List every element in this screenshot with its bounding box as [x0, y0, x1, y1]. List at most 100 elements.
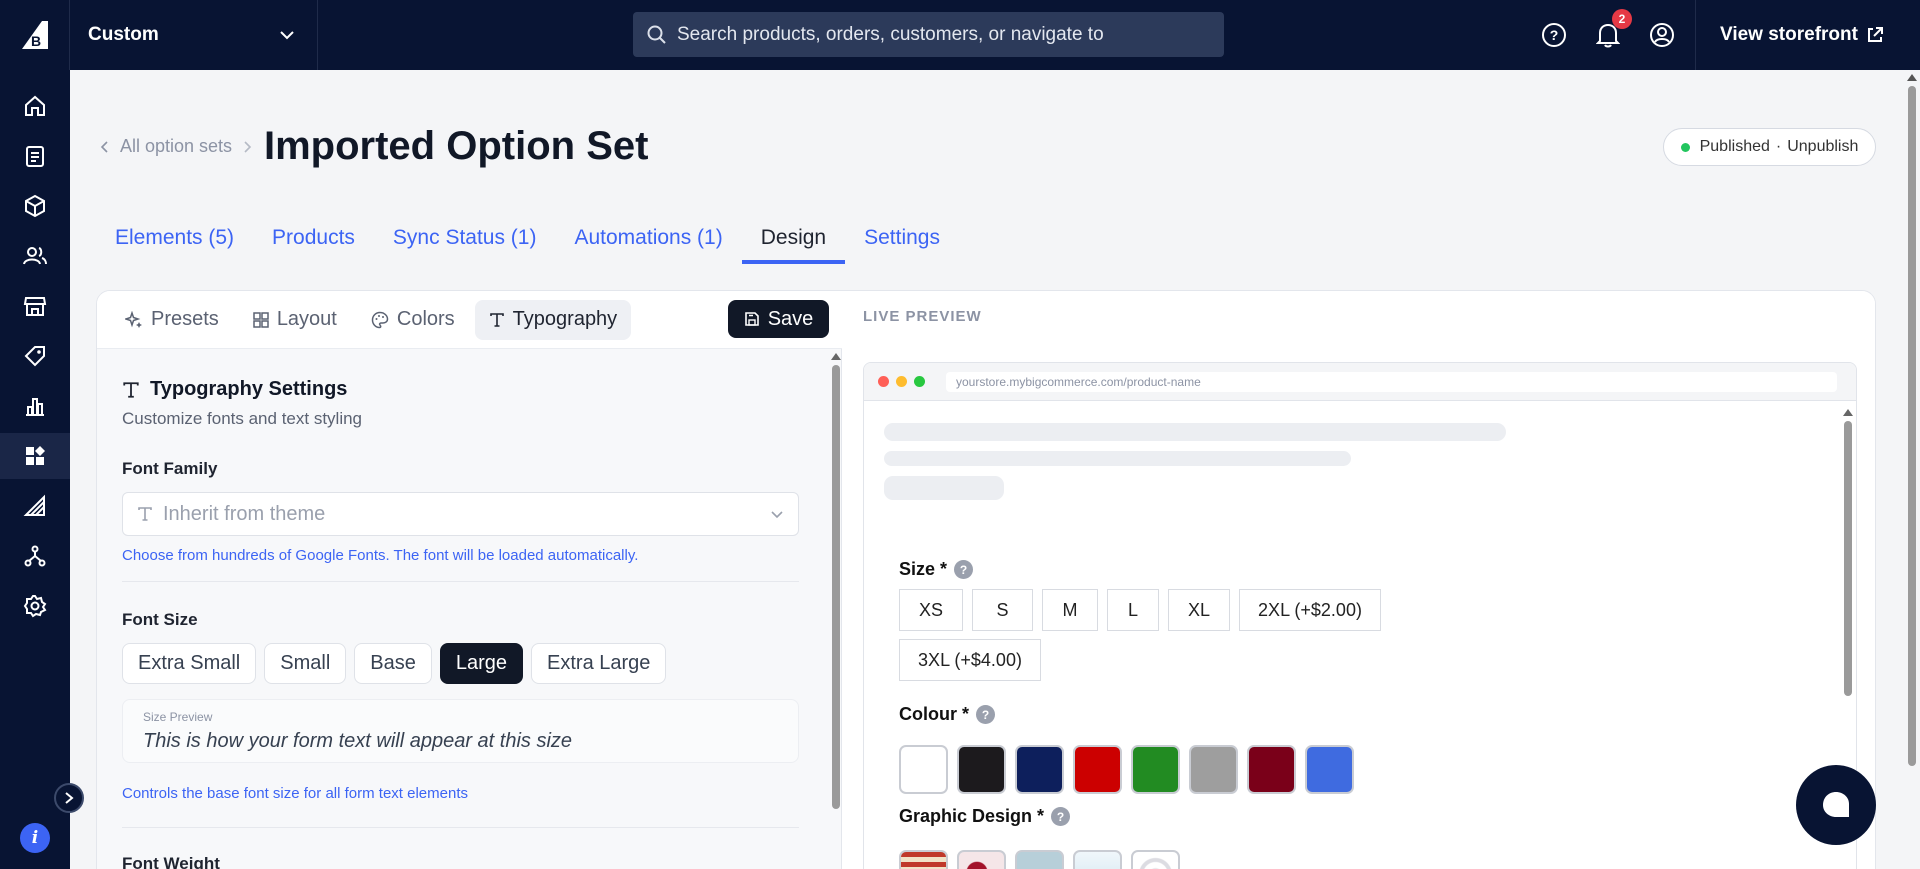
font-family-placeholder: Inherit from theme [163, 502, 326, 525]
help-circle-icon[interactable]: ? [976, 705, 996, 724]
font-size-large[interactable]: Large [439, 643, 524, 684]
sidebar-products-icon[interactable] [0, 183, 70, 229]
tab-design[interactable]: Design [741, 222, 846, 264]
save-button[interactable]: Save [728, 300, 829, 338]
swatch-black[interactable] [957, 745, 1006, 794]
font-size-extra-small[interactable]: Extra Small [122, 643, 257, 684]
swatch-grey[interactable] [1189, 745, 1238, 794]
subtab-colors[interactable]: Colors [357, 300, 469, 340]
swatch-green[interactable] [1131, 745, 1180, 794]
type-icon [123, 381, 139, 398]
info-icon[interactable]: i [20, 823, 50, 853]
sidebar-customers-icon[interactable] [0, 233, 70, 279]
scroll-up-arrow-icon[interactable] [1907, 74, 1917, 81]
help-circle-icon[interactable]: ? [954, 560, 974, 579]
size-l[interactable]: L [1107, 589, 1159, 631]
font-size-hint: Controls the base font size for all form… [122, 785, 468, 802]
size-3xl[interactable]: 3XL (+$4.00) [899, 639, 1041, 681]
swatch-blue[interactable] [1305, 745, 1354, 794]
graphic-mandala-thumbnail[interactable] [1131, 850, 1180, 869]
tab-products[interactable]: Products [253, 222, 374, 264]
chevron-left-icon [100, 140, 108, 153]
size-options-row-1: XS S M L XL 2XL (+$2.00) [899, 589, 1381, 631]
graphic-cherries-thumbnail[interactable] [957, 850, 1006, 869]
graphic-sky-thumbnail[interactable] [1073, 850, 1122, 869]
skeleton-line [884, 451, 1351, 466]
window-maximize-dot-icon [914, 376, 925, 387]
graphic-label-text: Graphic Design [899, 806, 1033, 826]
chevron-down-icon [771, 510, 783, 518]
size-options-row-2: 3XL (+$4.00) [899, 639, 1041, 681]
bigcommerce-logo[interactable]: B [0, 0, 70, 70]
size-preview-text: This is how your form text will appear a… [143, 730, 573, 752]
swatch-white[interactable] [899, 745, 948, 794]
top-icons: ? 2 [1540, 0, 1676, 70]
unpublish-link[interactable]: Unpublish [1787, 138, 1858, 156]
subtab-typography[interactable]: Typography [474, 299, 632, 340]
size-xl[interactable]: XL [1168, 589, 1230, 631]
search-placeholder: Search products, orders, customers, or n… [677, 23, 1104, 45]
page-scrollbar[interactable] [1906, 72, 1918, 869]
subtab-presets[interactable]: Presets [111, 300, 233, 340]
status-published: Published [1699, 138, 1770, 155]
subtab-presets-label: Presets [151, 308, 219, 330]
tab-settings[interactable]: Settings [845, 222, 959, 264]
swatch-maroon[interactable] [1247, 745, 1296, 794]
tab-elements[interactable]: Elements (5) [96, 222, 253, 264]
help-circle-icon[interactable]: ? [1051, 807, 1071, 826]
size-s[interactable]: S [972, 589, 1033, 631]
font-size-extra-large[interactable]: Extra Large [531, 643, 667, 684]
skeleton-line [884, 476, 1004, 500]
size-m[interactable]: M [1042, 589, 1098, 631]
sidebar-apps-icon[interactable] [0, 433, 70, 479]
account-icon[interactable] [1648, 21, 1676, 49]
notification-badge: 2 [1612, 9, 1632, 29]
search-input[interactable]: Search products, orders, customers, or n… [633, 12, 1224, 57]
subtab-colors-label: Colors [396, 308, 455, 330]
view-storefront-link[interactable]: View storefront [1695, 0, 1884, 70]
type-icon [489, 312, 504, 327]
sidebar-home-icon[interactable] [0, 83, 70, 129]
layout-grid-icon [253, 311, 269, 328]
swatch-red[interactable] [1073, 745, 1122, 794]
section-divider [122, 827, 799, 828]
colour-label-text: Colour [899, 704, 957, 724]
sidebar-channels-icon[interactable] [0, 483, 70, 529]
graphic-landscape-thumbnail[interactable] [1015, 850, 1064, 869]
scroll-up-arrow-icon[interactable] [831, 353, 841, 360]
notifications-bell-icon[interactable]: 2 [1594, 9, 1632, 49]
scrollbar-thumb[interactable] [1908, 86, 1916, 766]
font-family-label: Font Family [122, 459, 218, 478]
size-2xl[interactable]: 2XL (+$2.00) [1239, 589, 1381, 631]
chat-button[interactable] [1796, 765, 1876, 845]
size-xs[interactable]: XS [899, 589, 963, 631]
required-asterisk: * [940, 559, 948, 579]
store-selector[interactable]: Custom [70, 0, 318, 70]
scrollbar-thumb[interactable] [1844, 421, 1852, 696]
section-title-text: Typography Settings [150, 378, 348, 400]
subtab-layout[interactable]: Layout [239, 300, 351, 340]
sidebar-integrations-icon[interactable] [0, 533, 70, 579]
breadcrumb-all-option-sets[interactable]: All option sets [120, 136, 232, 157]
swatch-navy[interactable] [1015, 745, 1064, 794]
tab-sync-status[interactable]: Sync Status (1) [374, 222, 556, 264]
sidebar-settings-icon[interactable] [0, 583, 70, 629]
font-size-base[interactable]: Base [354, 643, 432, 684]
scrollbar-thumb[interactable] [832, 365, 840, 809]
external-link-icon [1867, 27, 1883, 42]
graphic-flag-thumbnail[interactable] [899, 850, 948, 869]
sidebar-marketing-icon[interactable] [0, 333, 70, 379]
settings-scrollbar[interactable] [830, 351, 842, 869]
help-icon[interactable]: ? [1540, 21, 1568, 49]
sidebar-analytics-icon[interactable] [0, 383, 70, 429]
font-family-select[interactable]: Inherit from theme [122, 492, 799, 536]
expand-sidebar-button[interactable] [54, 783, 84, 813]
scroll-up-arrow-icon[interactable] [1843, 409, 1853, 416]
sidebar-storefront-icon[interactable] [0, 283, 70, 329]
font-family-hint: Choose from hundreds of Google Fonts. Th… [122, 547, 639, 564]
breadcrumb[interactable]: All option sets [100, 136, 252, 157]
tab-automations[interactable]: Automations (1) [555, 222, 741, 264]
font-size-small[interactable]: Small [264, 643, 347, 684]
sidebar-orders-icon[interactable] [0, 133, 70, 179]
status-dot-icon [1680, 142, 1690, 152]
